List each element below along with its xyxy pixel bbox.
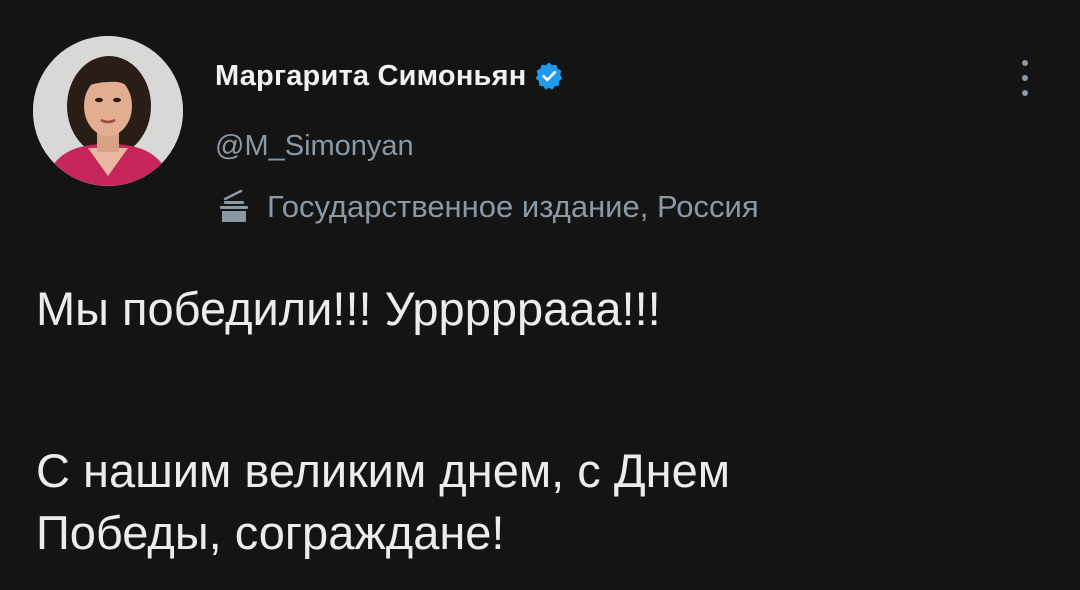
author-name-row: Маргарита Симоньян (215, 58, 564, 94)
tweet-text-line: Мы победили!!! Урррррааа!!! (36, 282, 661, 335)
podium-icon (213, 189, 255, 225)
more-vertical-icon (1022, 60, 1028, 66)
more-dot (1022, 75, 1028, 81)
verified-badge-icon (534, 61, 564, 91)
more-options-button[interactable] (1010, 58, 1040, 98)
tweet-text: Мы победили!!! Урррррааа!!! С нашим вели… (36, 278, 1036, 564)
avatar-photo (33, 36, 183, 186)
more-dot (1022, 90, 1028, 96)
tweet-text-line: С нашим великим днем, с Днем (36, 444, 731, 497)
state-media-label-text: Государственное издание, Россия (267, 189, 759, 224)
author-display-name[interactable]: Маргарита Симоньян (215, 60, 526, 93)
state-media-label[interactable]: Государственное издание, Россия (213, 189, 759, 225)
author-handle[interactable]: @M_Simonyan (215, 130, 414, 163)
tweet-text-line: Победы, сограждане! (36, 506, 505, 559)
avatar[interactable] (33, 36, 183, 186)
tweet-card: Маргарита Симоньян @M_Simonyan Государст… (0, 0, 1080, 590)
